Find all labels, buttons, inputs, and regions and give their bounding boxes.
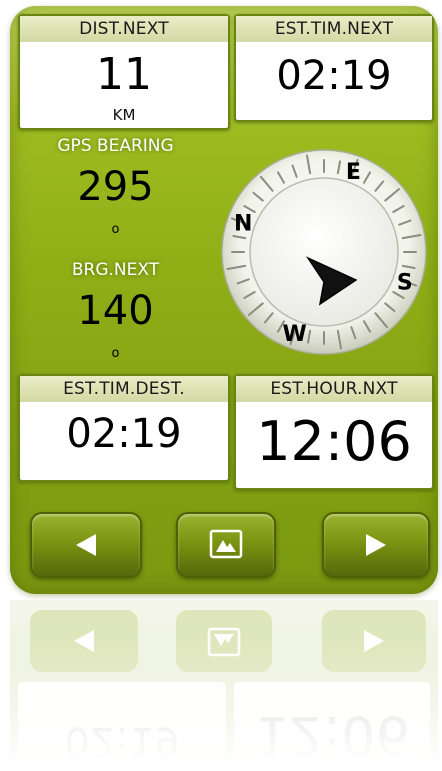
reflection-right-value: 12:06 (254, 704, 410, 767)
dist-next-panel[interactable]: DIST.NEXT 11 KM (18, 14, 230, 130)
gps-bearing-value: 295 (77, 164, 154, 210)
reflection-left-value: 02:19 (64, 718, 180, 764)
compass-south-label: S (397, 270, 413, 295)
brg-next-unit: o (111, 346, 120, 361)
left-triangle-icon (76, 534, 96, 556)
reflection-left-triangle-icon (74, 630, 94, 652)
previous-button[interactable] (30, 512, 142, 578)
screen-view-icon (209, 529, 243, 559)
reflection-screen-view-icon (207, 627, 241, 657)
gps-bearing-unit: o (111, 222, 120, 237)
est-tim-next-value: 02:19 (276, 53, 392, 99)
next-button[interactable] (322, 512, 430, 578)
est-tim-dest-title: EST.TIM.DEST. (20, 376, 228, 402)
dist-next-title: DIST.NEXT (20, 16, 228, 42)
est-hour-nxt-value: 12:06 (256, 410, 412, 473)
est-tim-next-title: EST.TIM.NEXT (236, 16, 432, 42)
compass-dial: W N E S (220, 148, 428, 356)
compass-icon: W N E S (221, 149, 427, 355)
est-tim-next-panel[interactable]: EST.TIM.NEXT 02:19 (234, 14, 434, 122)
compass-north-label: N (234, 212, 252, 237)
est-hour-nxt-title: EST.HOUR.NXT (236, 376, 432, 402)
view-toggle-button[interactable] (176, 512, 276, 578)
est-tim-dest-panel[interactable]: EST.TIM.DEST. 02:19 (18, 374, 230, 482)
gps-bearing-label: GPS BEARING (57, 136, 174, 156)
compass-west-label: W (282, 322, 306, 347)
brg-next-label: BRG.NEXT (71, 260, 160, 280)
est-hour-nxt-panel[interactable]: EST.HOUR.NXT 12:06 (234, 374, 434, 490)
reflection-view-button (176, 610, 272, 672)
reflection-previous-button (30, 610, 138, 672)
dist-next-value: 11 (96, 49, 152, 100)
dist-next-unit: KM (112, 106, 136, 124)
compass-east-label: E (346, 160, 361, 185)
reflection-next-button (322, 610, 426, 672)
brg-next-value: 140 (77, 288, 154, 334)
est-tim-dest-value: 02:19 (66, 411, 182, 457)
right-triangle-icon (366, 534, 386, 556)
mirror-reflection: 12:06 02:19 (10, 600, 438, 771)
dashboard-screen: DIST.NEXT 11 KM EST.TIM.NEXT 02:19 GPS B… (10, 6, 438, 594)
reflection-right-triangle-icon (364, 630, 384, 652)
